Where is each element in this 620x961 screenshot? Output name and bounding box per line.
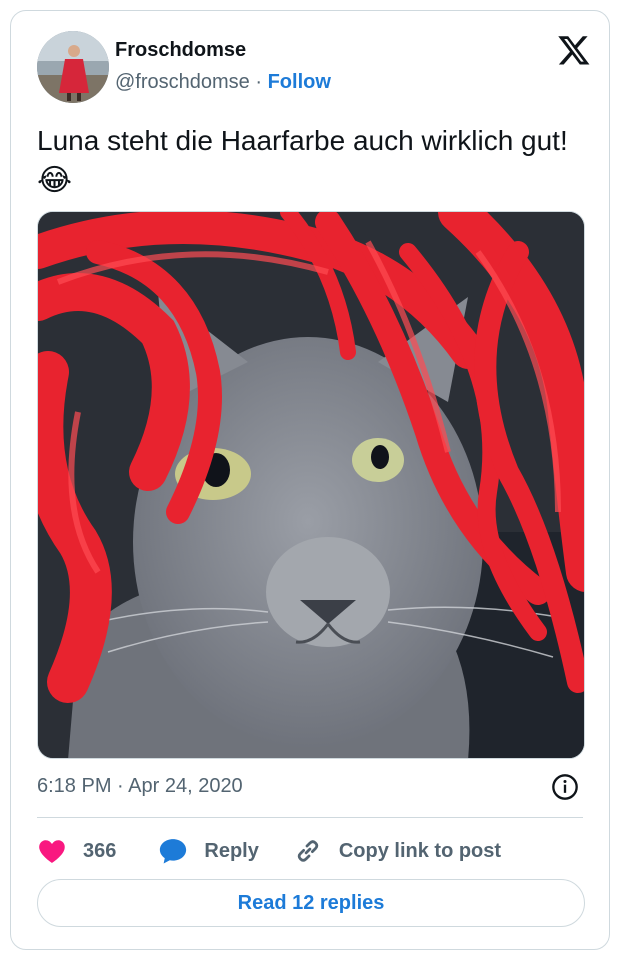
separator-dot: ·	[255, 71, 263, 93]
info-icon[interactable]	[551, 773, 579, 801]
follow-button[interactable]: Follow	[268, 71, 331, 93]
divider	[37, 817, 583, 818]
laughing-emoji-icon: 😂	[37, 164, 73, 197]
copy-link-label: Copy link to post	[338, 839, 502, 862]
read-replies-button[interactable]: Read 12 replies	[37, 879, 585, 927]
avatar[interactable]	[37, 31, 109, 103]
like-button[interactable]: 366	[37, 836, 158, 866]
x-logo-icon[interactable]	[557, 33, 591, 67]
tweet-card: Froschdomse @froschdomse · Follow Luna s…	[10, 10, 610, 950]
tweet-text: Luna steht die Haarfarbe auch wirklich g…	[37, 121, 577, 201]
tweet-text-body: Luna steht die Haarfarbe auch wirklich g…	[37, 125, 568, 156]
speech-bubble-icon	[160, 839, 187, 864]
reply-button[interactable]: Reply	[158, 836, 292, 866]
tweet-timestamp[interactable]: 6:18 PM · Apr 24, 2020	[37, 775, 243, 798]
author-display-name[interactable]: Froschdomse	[115, 39, 246, 62]
tweet-photo[interactable]	[37, 211, 585, 759]
author-handle[interactable]: @froschdomse	[115, 71, 250, 93]
reply-label: Reply	[204, 839, 259, 862]
action-bar: 366 Reply Copy link to post	[37, 833, 501, 869]
link-icon	[297, 840, 319, 862]
copy-link-button[interactable]: Copy link to post	[293, 836, 501, 866]
like-count: 366	[83, 839, 117, 862]
heart-icon	[39, 840, 65, 863]
author-meta: @froschdomse · Follow	[115, 71, 331, 94]
